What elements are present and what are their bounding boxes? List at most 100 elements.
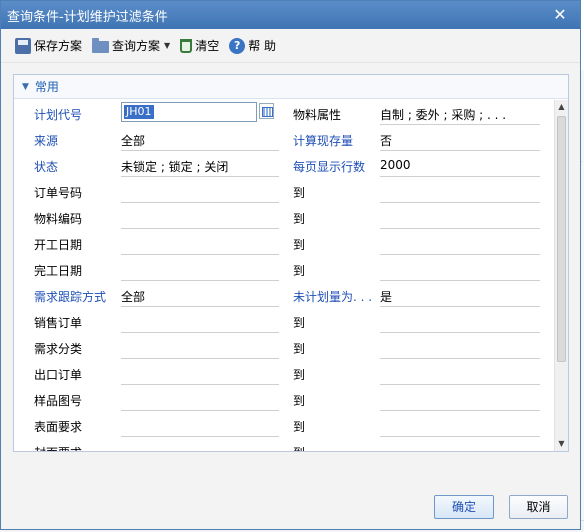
plan-code-input[interactable]: JH01 — [121, 102, 257, 122]
field-underline — [121, 150, 279, 151]
save-scheme-button[interactable]: 保存方案 — [13, 35, 84, 56]
field-underline — [121, 332, 279, 333]
scroll-thumb[interactable] — [557, 116, 566, 362]
right-field-label: 计算现存量 — [293, 134, 354, 148]
right-field-underline — [380, 436, 540, 437]
filter-row: 样品图号 到 — [14, 386, 554, 412]
field-label: 出口订单 — [34, 368, 83, 382]
field-label: 开工日期 — [34, 238, 83, 252]
field-underline — [121, 228, 279, 229]
right-field-label: 到 — [293, 444, 305, 451]
filter-row: 销售订单 到 — [14, 308, 554, 334]
ok-button[interactable]: 确定 — [434, 495, 494, 519]
field-underline — [121, 254, 279, 255]
right-field-underline — [380, 306, 540, 307]
right-field-underline — [380, 202, 540, 203]
filter-row: 订单号码 到 — [14, 178, 554, 204]
help-label: 帮 助 — [248, 39, 277, 53]
field-underline — [121, 280, 279, 281]
right-field-value[interactable]: 否 — [380, 132, 540, 149]
dropdown-arrow-icon: ▼ — [164, 41, 171, 50]
close-icon[interactable]: ✕ — [550, 5, 570, 25]
right-field-label: 到 — [293, 394, 306, 408]
field-label: 物料编码 — [34, 212, 83, 226]
field-label: 销售订单 — [34, 316, 83, 330]
field-label: 需求跟踪方式 — [34, 290, 107, 304]
field-label: 样品图号 — [34, 394, 83, 408]
field-label: 需求分类 — [34, 342, 83, 356]
right-field-label: 到 — [293, 316, 306, 330]
right-field-underline — [380, 358, 540, 359]
right-field-underline — [380, 410, 540, 411]
filter-rows: 计划代号 JH01 物料属性 自制 ; 委外 ; 采购 ; . . . 来源 全部 计算现存… — [14, 100, 554, 451]
help-icon: ? — [229, 37, 246, 54]
right-field-label: 未计划量为. . . — [293, 290, 373, 304]
filter-panel: ▼ 常用 计划代号 JH01 物料属性 自制 ; 委外 ; 采购 ; . . . 来源全… — [13, 74, 569, 452]
filter-row: 完工日期 到 — [14, 256, 554, 282]
clear-button[interactable]: 清空 — [178, 35, 221, 56]
filter-row: 计划代号 JH01 物料属性 自制 ; 委外 ; 采购 ; . . . — [14, 100, 554, 126]
right-field-label: 到 — [293, 264, 306, 278]
filter-dialog: 查询条件-计划维护过滤条件 ✕ 保存方案 查询方案 ▼ 清空 ? 帮 助 ▼ 常… — [0, 0, 581, 530]
filter-row: 封面要求 到 — [14, 438, 554, 451]
right-field-label: 到 — [293, 212, 306, 226]
right-field-label: 物料属性 — [293, 108, 342, 122]
right-field-label: 到 — [293, 420, 306, 434]
query-scheme-button[interactable]: 查询方案 ▼ — [90, 35, 172, 56]
field-value[interactable]: 未锁定 ; 锁定 ; 关闭 — [121, 158, 279, 175]
field-value[interactable]: 全部 — [121, 288, 279, 305]
field-label: 表面要求 — [34, 420, 83, 434]
field-label: 订单号码 — [34, 186, 83, 200]
right-field-value[interactable]: 自制 ; 委外 ; 采购 ; . . . — [380, 106, 540, 123]
field-underline — [121, 176, 279, 177]
cancel-button[interactable]: 取消 — [509, 495, 568, 519]
filter-row: 需求分类 到 — [14, 334, 554, 360]
right-field-label: 到 — [293, 342, 306, 356]
right-field-underline — [380, 254, 540, 255]
right-field-value[interactable]: 2000 — [380, 158, 540, 172]
field-value[interactable]: 全部 — [121, 132, 279, 149]
save-icon — [15, 37, 31, 54]
field-underline — [121, 436, 279, 437]
field-label: 来源 — [34, 134, 59, 148]
filter-row: 需求跟踪方式 全部 未计划量为. . . 是 — [14, 282, 554, 308]
right-field-label: 到 — [293, 186, 306, 200]
collapse-chevron-icon[interactable]: ▼ — [22, 82, 29, 92]
field-underline — [121, 358, 279, 359]
help-button[interactable]: ? 帮 助 — [227, 35, 278, 56]
filter-row: 物料编码 到 — [14, 204, 554, 230]
filter-row: 状态 未锁定 ; 锁定 ; 关闭 每页显示行数 2000 — [14, 152, 554, 178]
window-title: 查询条件-计划维护过滤条件 — [7, 9, 168, 25]
filter-row: 表面要求 到 — [14, 412, 554, 438]
right-field-label: 到 — [293, 368, 306, 382]
right-field-underline — [380, 150, 540, 151]
panel-header[interactable]: ▼ 常用 — [14, 75, 568, 99]
field-label: 状态 — [34, 160, 59, 174]
field-underline — [121, 410, 279, 411]
scroll-down-arrow-icon[interactable]: ▼ — [555, 437, 568, 451]
field-label: 完工日期 — [34, 264, 83, 278]
field-label: 计划代号 — [34, 108, 83, 122]
right-field-underline — [380, 384, 540, 385]
folder-icon — [92, 38, 110, 53]
scroll-up-arrow-icon[interactable]: ▲ — [555, 100, 568, 114]
trash-icon — [180, 38, 193, 53]
right-field-underline — [380, 176, 540, 177]
save-scheme-label: 保存方案 — [34, 39, 83, 53]
panel-title: 常用 — [34, 80, 59, 94]
right-field-label: 每页显示行数 — [293, 160, 366, 174]
right-field-value[interactable]: 是 — [380, 288, 540, 305]
lookup-icon[interactable] — [259, 103, 274, 119]
field-underline — [121, 202, 279, 203]
right-field-label: 到 — [293, 238, 306, 252]
filter-row: 出口订单 到 — [14, 360, 554, 386]
right-field-underline — [380, 332, 540, 333]
right-field-underline — [380, 280, 540, 281]
field-underline — [121, 384, 279, 385]
vertical-scrollbar[interactable]: ▲ ▼ — [554, 100, 568, 451]
field-underline — [121, 306, 279, 307]
filter-row: 来源 全部 计算现存量 否 — [14, 126, 554, 152]
title-bar: 查询条件-计划维护过滤条件 ✕ — [1, 1, 580, 29]
filter-row: 开工日期 到 — [14, 230, 554, 256]
right-field-underline — [380, 124, 540, 125]
